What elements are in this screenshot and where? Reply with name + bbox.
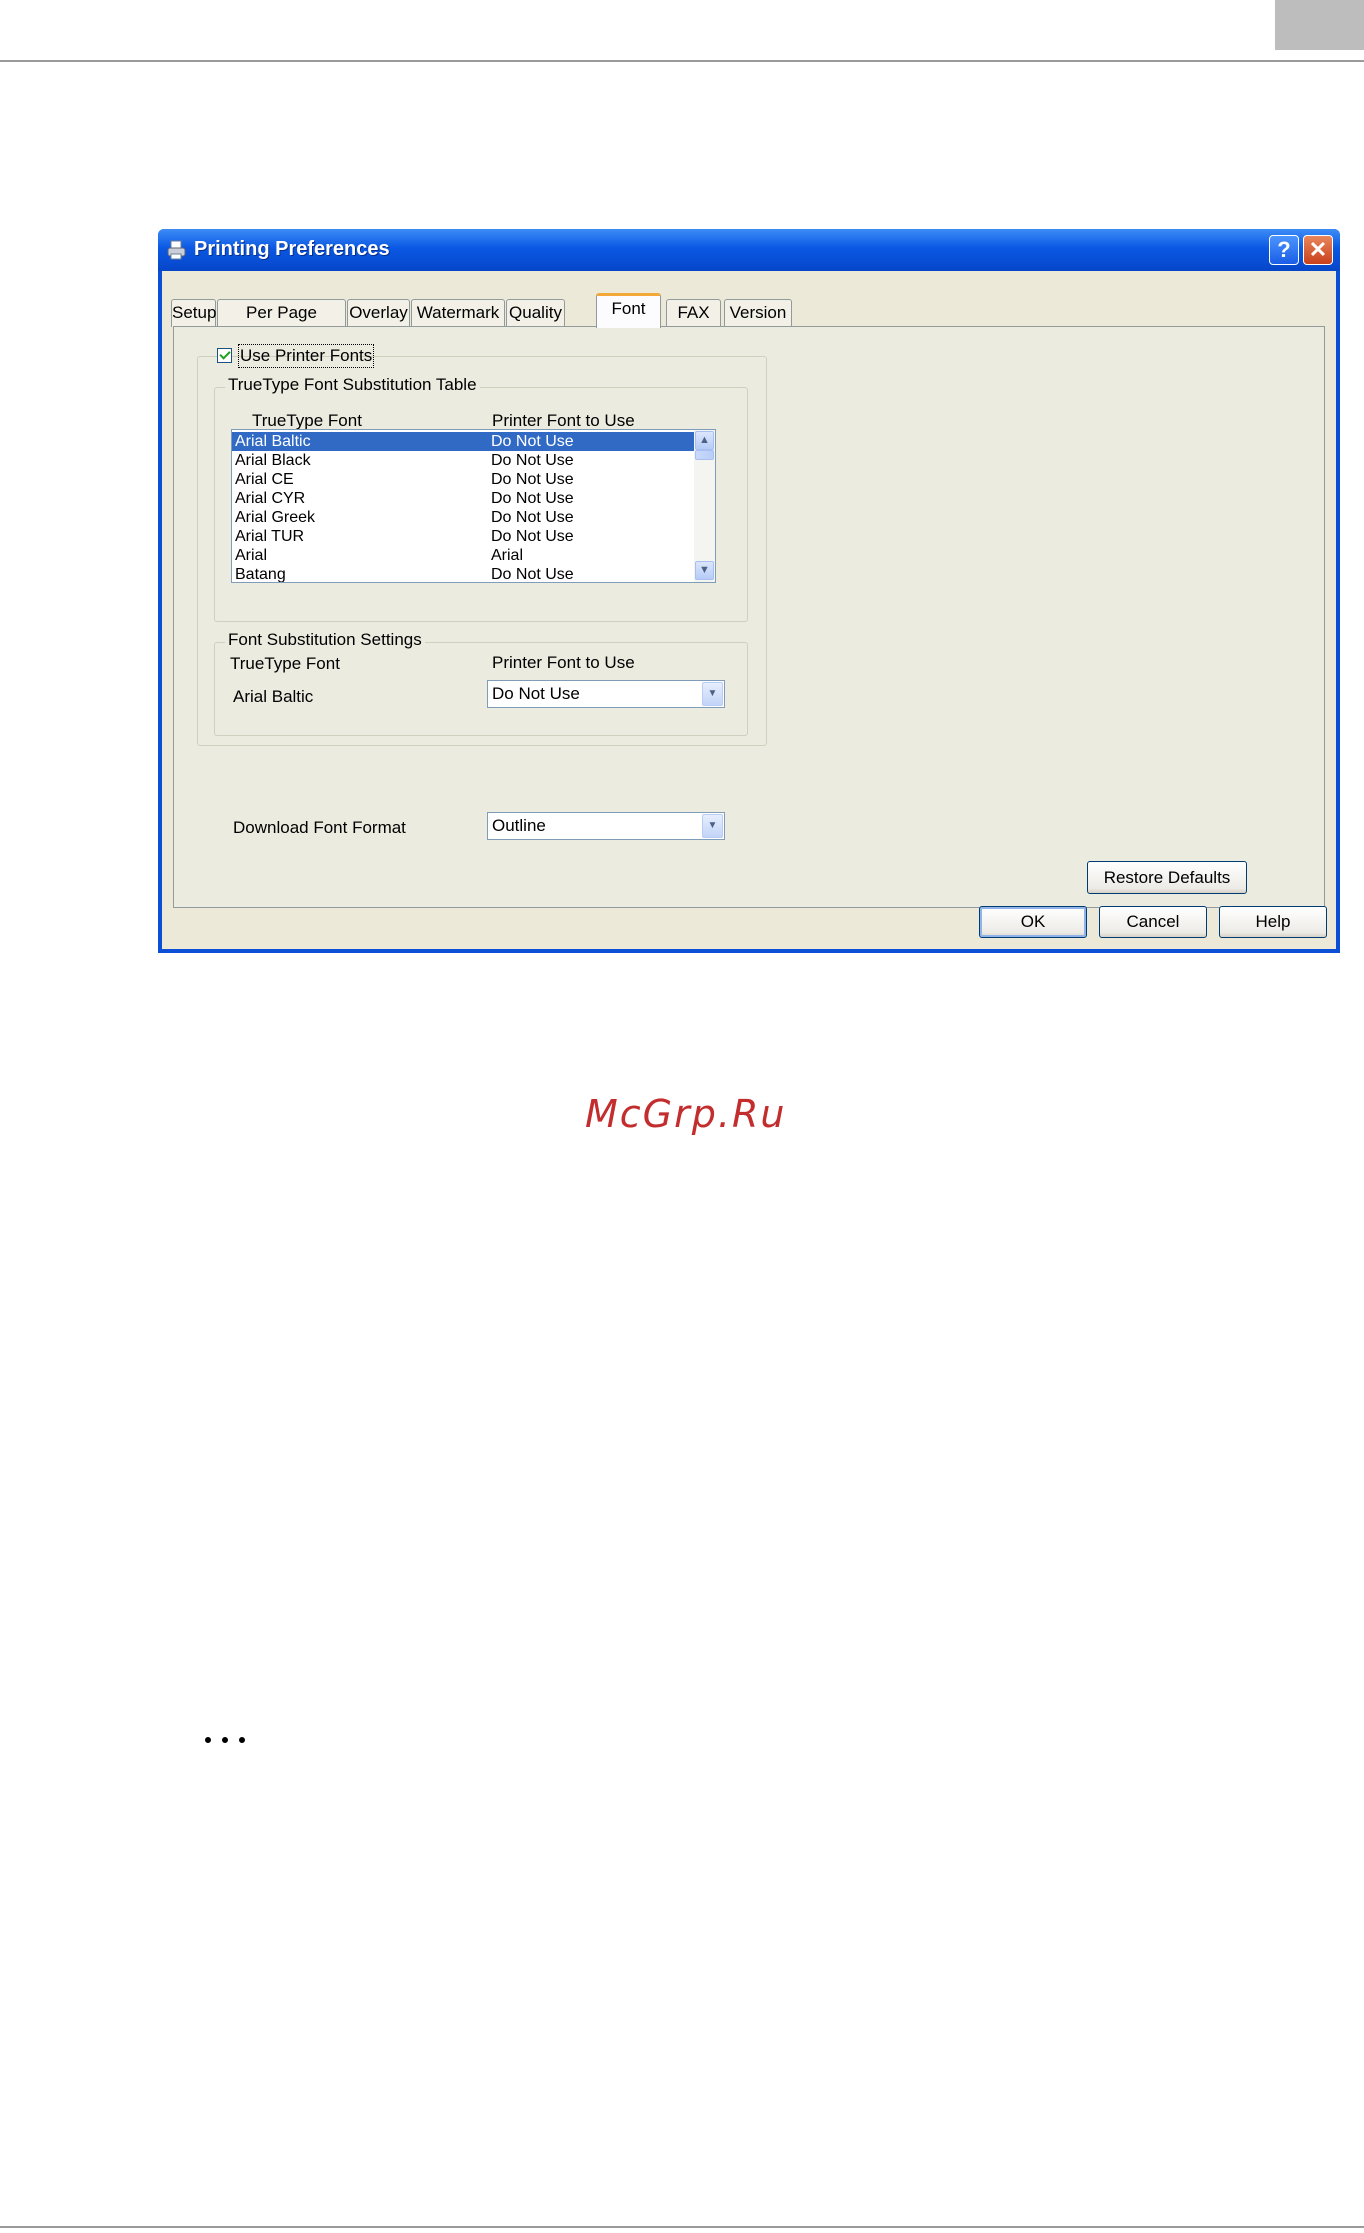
list-item[interactable]: Arial CE Do Not Use [232, 470, 694, 489]
ok-button[interactable]: OK [979, 906, 1087, 938]
printing-preferences-dialog: Printing Preferences ? ✕ Setup Per Page … [158, 229, 1340, 953]
close-button[interactable]: ✕ [1303, 235, 1333, 265]
table-col-truetype-header: TrueType Font [252, 411, 362, 430]
list-item[interactable]: Arial Arial [232, 546, 694, 565]
printer-icon [167, 240, 186, 260]
download-font-format-select[interactable]: Outline ▼ [487, 812, 725, 840]
tab-quality[interactable]: Quality [506, 299, 565, 327]
font-substitution-list[interactable]: Arial Baltic Do Not Use Arial Black Do N… [231, 429, 716, 583]
chevron-down-icon[interactable]: ▼ [702, 682, 723, 706]
list-item[interactable]: Arial TUR Do Not Use [232, 527, 694, 546]
scroll-down-icon[interactable]: ▼ [695, 561, 714, 580]
printer-font-select[interactable]: Do Not Use ▼ [487, 680, 725, 708]
list-item-truetype: Arial Baltic [235, 433, 311, 450]
list-scrollbar[interactable]: ▲ ▼ [694, 430, 715, 582]
window-title: Printing Preferences [194, 238, 390, 260]
printer-font-select-value: Do Not Use [492, 684, 580, 703]
cancel-button[interactable]: Cancel [1099, 906, 1207, 938]
list-item-printer-font: Do Not Use [491, 509, 574, 526]
settings-printer-font-label: Printer Font to Use [492, 653, 635, 672]
use-printer-fonts-checkbox[interactable] [217, 348, 232, 363]
substitution-table-legend: TrueType Font Substitution Table [225, 375, 480, 395]
list-item[interactable]: Batang Do Not Use [232, 565, 694, 583]
tab-font[interactable]: Font [596, 293, 661, 328]
list-item-printer-font: Do Not Use [491, 490, 574, 507]
list-item-truetype: Arial Greek [235, 509, 316, 526]
watermark-text: McGrp.Ru [585, 1092, 787, 1136]
page-bottom-rule [0, 2226, 1364, 2228]
list-item-truetype: Arial Black [235, 452, 311, 469]
list-item-truetype: Arial TUR [235, 528, 305, 545]
tab-per-page-setting[interactable]: Per Page Setting [217, 299, 346, 348]
download-font-format-value: Outline [492, 816, 546, 835]
list-item-printer-font: Arial [491, 547, 524, 564]
list-item[interactable]: Arial Greek Do Not Use [232, 508, 694, 527]
tab-fax[interactable]: FAX [666, 299, 721, 327]
scroll-up-icon[interactable]: ▲ [695, 431, 714, 450]
tab-overlay[interactable]: Overlay [347, 299, 410, 327]
use-printer-fonts-label[interactable]: Use Printer Fonts [237, 344, 375, 368]
help-title-button[interactable]: ? [1269, 235, 1299, 265]
download-font-format-label: Download Font Format [233, 818, 406, 837]
list-item-truetype: Batang [235, 566, 286, 583]
list-item-truetype: Arial CYR [235, 490, 306, 507]
dot [222, 1737, 228, 1743]
substitution-settings-legend: Font Substitution Settings [225, 630, 425, 650]
tab-version[interactable]: Version [724, 299, 792, 327]
restore-defaults-button[interactable]: Restore Defaults [1087, 861, 1247, 894]
scroll-thumb[interactable] [695, 450, 714, 460]
list-item-printer-font: Do Not Use [491, 452, 574, 469]
dot [239, 1737, 245, 1743]
bullet-dots [205, 1737, 245, 1743]
title-bar[interactable]: Printing Preferences ? ✕ [158, 229, 1340, 271]
help-button[interactable]: Help [1219, 906, 1327, 938]
page-top-rule [0, 60, 1364, 62]
page-corner-tab [1275, 0, 1364, 50]
list-item-printer-font: Do Not Use [491, 433, 574, 450]
tab-watermark[interactable]: Watermark [411, 299, 505, 327]
dialog-client-area: Setup Per Page Setting Overlay Watermark… [162, 271, 1336, 949]
list-item-truetype: Arial [235, 547, 268, 564]
dot [205, 1737, 211, 1743]
list-item-truetype: Arial CE [235, 471, 294, 488]
font-tab-panel: Use Printer Fonts TrueType Font Substitu… [173, 326, 1325, 908]
settings-current-font: Arial Baltic [233, 687, 314, 706]
list-item-printer-font: Do Not Use [491, 566, 574, 583]
settings-truetype-label: TrueType Font [230, 654, 340, 673]
list-item-printer-font: Do Not Use [491, 471, 574, 488]
list-item[interactable]: Arial Baltic Do Not Use [232, 432, 694, 451]
tab-setup[interactable]: Setup [171, 299, 216, 327]
list-item[interactable]: Arial CYR Do Not Use [232, 489, 694, 508]
chevron-down-icon[interactable]: ▼ [702, 814, 723, 838]
table-col-printer-font-header: Printer Font to Use [492, 411, 635, 430]
list-item-printer-font: Do Not Use [491, 528, 574, 545]
list-item[interactable]: Arial Black Do Not Use [232, 451, 694, 470]
